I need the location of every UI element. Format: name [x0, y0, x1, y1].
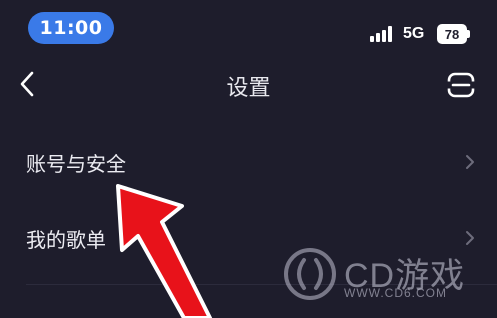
battery-level: 78 — [444, 26, 460, 42]
status-bar: 11:00 5G 78 — [0, 0, 497, 56]
page-title: 设置 — [226, 76, 271, 101]
cellular-signal-icon — [370, 26, 396, 42]
navigation-bar: 设置 — [0, 56, 497, 112]
watermark-url: WWW.CD6.COM — [344, 286, 447, 300]
status-time: 11:00 — [28, 12, 114, 44]
chevron-right-icon — [466, 155, 474, 169]
chevron-right-icon — [466, 231, 474, 245]
settings-item-label: 账号与安全 — [26, 152, 126, 176]
list-divider — [26, 284, 497, 285]
settings-item-my-playlists[interactable]: 我的歌单 — [0, 208, 497, 268]
battery-icon: 78 — [437, 24, 467, 44]
network-type: 5G — [403, 25, 425, 42]
battery-cap — [467, 30, 470, 38]
settings-item-label: 我的歌单 — [26, 228, 106, 252]
scan-icon — [445, 72, 477, 98]
scan-button[interactable] — [444, 68, 478, 102]
settings-item-account-security[interactable]: 账号与安全 — [0, 132, 497, 192]
